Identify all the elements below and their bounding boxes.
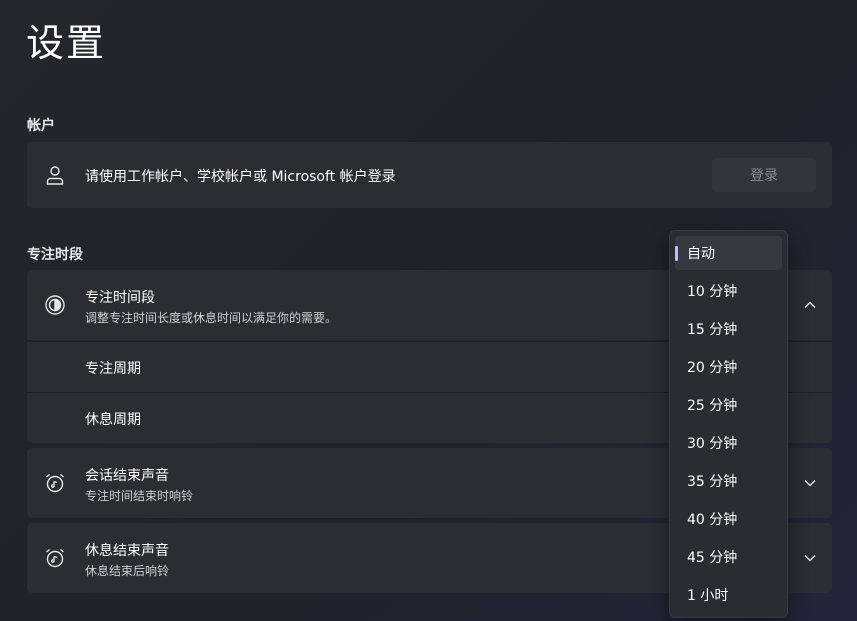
selection-indicator bbox=[675, 246, 678, 261]
chevron-down-icon[interactable] bbox=[802, 475, 818, 491]
dropdown-option[interactable]: 15 分钟 bbox=[675, 312, 782, 346]
person-icon bbox=[44, 164, 66, 186]
chevron-up-icon[interactable] bbox=[802, 297, 818, 313]
dropdown-option-label: 自动 bbox=[687, 246, 715, 262]
focus-timer-icon bbox=[44, 294, 66, 316]
alarm-clock-icon bbox=[44, 547, 66, 569]
focus-session-subtitle: 调整专注时间长度或休息时间以满足你的需要。 bbox=[85, 311, 338, 325]
page-title: 设置 bbox=[26, 21, 107, 65]
focus-period-label: 专注周期 bbox=[85, 361, 141, 377]
chevron-down-icon[interactable] bbox=[802, 550, 818, 566]
session-end-sound-subtitle: 专注时间结束时响铃 bbox=[85, 489, 194, 503]
account-prompt: 请使用工作帐户、学校帐户或 Microsoft 帐户登录 bbox=[85, 169, 396, 185]
dropdown-option[interactable]: 1 小时 bbox=[675, 578, 782, 612]
dropdown-option[interactable]: 35 分钟 bbox=[675, 464, 782, 498]
dropdown-option[interactable]: 40 分钟 bbox=[675, 502, 782, 536]
dropdown-option[interactable]: 30 分钟 bbox=[675, 426, 782, 460]
focus-session-title: 专注时间段 bbox=[85, 290, 155, 306]
session-end-sound-title: 会话结束声音 bbox=[85, 468, 169, 484]
duration-dropdown-menu: 自动 10 分钟 15 分钟 20 分钟 25 分钟 30 分钟 35 分钟 4… bbox=[669, 230, 788, 618]
dropdown-option[interactable]: 自动 bbox=[675, 236, 782, 270]
break-end-sound-subtitle: 休息结束后响铃 bbox=[85, 564, 170, 578]
signin-button[interactable]: 登录 bbox=[712, 158, 816, 192]
alarm-clock-icon bbox=[44, 472, 66, 494]
account-card: 请使用工作帐户、学校帐户或 Microsoft 帐户登录 登录 bbox=[27, 142, 832, 208]
dropdown-option[interactable]: 25 分钟 bbox=[675, 388, 782, 422]
break-end-sound-title: 休息结束声音 bbox=[85, 543, 169, 559]
section-title-account: 帐户 bbox=[27, 118, 55, 134]
dropdown-option[interactable]: 10 分钟 bbox=[675, 274, 782, 308]
dropdown-option[interactable]: 45 分钟 bbox=[675, 540, 782, 574]
break-period-label: 休息周期 bbox=[85, 412, 141, 428]
section-title-focus: 专注时段 bbox=[27, 247, 83, 263]
dropdown-option[interactable]: 20 分钟 bbox=[675, 350, 782, 384]
